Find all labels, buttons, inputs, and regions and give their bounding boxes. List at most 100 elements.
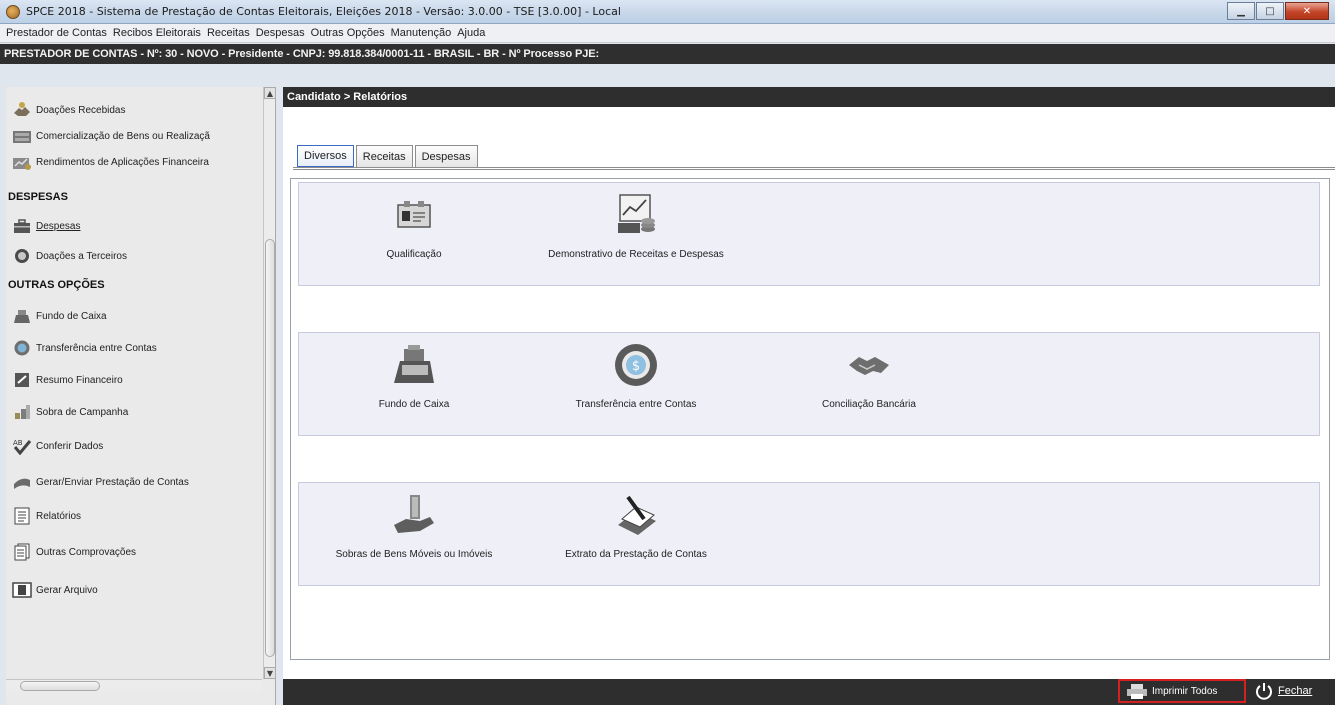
prestador-info-bar: PRESTADOR DE CONTAS - Nº: 30 - NOVO - Pr…	[0, 44, 1335, 64]
transfer-circle-icon	[14, 340, 30, 356]
sidebar-item-conferir-dados[interactable]: AB Conferir Dados	[6, 433, 262, 459]
sidebar-item-label: Outras Comprovações	[36, 546, 137, 558]
menu-receitas[interactable]: Receitas	[207, 27, 250, 39]
report-label: Qualificação	[386, 249, 442, 260]
tab-receitas[interactable]: Receitas	[355, 145, 413, 167]
sidebar-item-despesas[interactable]: Despesas	[6, 213, 262, 239]
sidebar-item-doacoes-recebidas[interactable]: Doações Recebidas	[6, 97, 262, 123]
printer-icon	[1127, 684, 1147, 699]
sidebar-item-comercializacao[interactable]: Comercialização de Bens ou Realizaçã	[6, 123, 262, 149]
menu-recibos-eleitorais[interactable]: Recibos Eleitorais	[113, 27, 201, 39]
report-label: Sobras de Bens Móveis ou Imóveis	[335, 549, 493, 560]
sidebar-vertical-scrollbar[interactable]: ▲ ▼	[263, 87, 276, 679]
hand-coins-icon	[394, 495, 434, 533]
handshake-icon	[849, 357, 889, 375]
report-transferencia[interactable]: $ Transferência entre Contas	[521, 333, 751, 433]
sidebar-item-label: Despesas	[36, 220, 81, 232]
coin-hand-icon	[15, 249, 29, 263]
menu-prestador-de-contas[interactable]: Prestador de Contas	[6, 27, 107, 39]
minimize-button[interactable]: ▁	[1227, 2, 1255, 20]
report-demonstrativo[interactable]: Demonstrativo de Receitas e Despesas	[521, 183, 751, 283]
sidebar-hscroll-thumb[interactable]	[20, 681, 100, 691]
close-button[interactable]: Fechar	[1255, 679, 1312, 703]
window-title-bar: SPCE 2018 - Sistema de Prestação de Cont…	[0, 0, 1335, 24]
menu-despesas[interactable]: Despesas	[256, 27, 305, 39]
hands-money-icon	[14, 102, 30, 116]
sidebar-item-rendimentos[interactable]: Rendimentos de Aplicações Financeira	[6, 149, 262, 175]
sidebar-item-label: Rendimentos de Aplicações Financeira	[36, 156, 209, 168]
sidebar-item-label: Doações Recebidas	[36, 104, 126, 116]
sidebar-section-outras-opcoes: OUTRAS OPÇÕES	[8, 279, 105, 291]
sidebar-item-label: Resumo Financeiro	[36, 374, 123, 386]
maximize-button[interactable]: □	[1256, 2, 1284, 20]
reports-panel: Qualificação Demonstrativo de Receitas e…	[290, 178, 1330, 660]
svg-text:AB: AB	[13, 439, 23, 447]
report-fundo-de-caixa[interactable]: Fundo de Caixa	[299, 333, 529, 433]
menu-outras-opcoes[interactable]: Outras Opções	[311, 27, 385, 39]
sidebar-horizontal-scrollbar[interactable]	[6, 679, 262, 691]
investment-chart-icon	[13, 158, 31, 170]
sidebar-item-label: Doações a Terceiros	[36, 250, 127, 262]
document-pen-icon	[618, 495, 656, 535]
sidebar-item-label: Fundo de Caixa	[36, 310, 107, 322]
report-group: Sobras de Bens Móveis ou Imóveis Extrato…	[298, 482, 1320, 586]
sidebar-item-label: Gerar Arquivo	[36, 584, 98, 596]
window-controls: ▁ □ ✕	[1226, 2, 1329, 20]
scroll-down-icon[interactable]: ▼	[264, 667, 276, 679]
sidebar-item-relatorios[interactable]: Relatórios	[6, 503, 262, 529]
sidebar-item-gerar-enviar[interactable]: Gerar/Enviar Prestação de Contas	[6, 469, 262, 495]
window-title: SPCE 2018 - Sistema de Prestação de Cont…	[26, 5, 621, 18]
bottom-toolbar: Imprimir Todos Fechar	[283, 679, 1335, 705]
sidebar-section-despesas: DESPESAS	[8, 191, 68, 203]
scroll-up-icon[interactable]: ▲	[264, 87, 276, 99]
sidebar-list: Doações Recebidas Comercialização de Ben…	[6, 87, 262, 679]
close-label: Fechar	[1278, 685, 1313, 697]
sidebar-item-resumo-financeiro[interactable]: Resumo Financeiro	[6, 367, 262, 393]
sidebar-item-fundo-de-caixa[interactable]: Fundo de Caixa	[6, 303, 262, 329]
report-arrow-icon	[15, 373, 29, 387]
report-qualificacao[interactable]: Qualificação	[299, 183, 529, 283]
sidebar-item-label: Comercialização de Bens ou Realizaçã	[36, 130, 210, 142]
cash-register-icon	[394, 345, 434, 383]
menu-ajuda[interactable]: Ajuda	[457, 27, 485, 39]
report-extrato[interactable]: Extrato da Prestação de Contas	[521, 483, 751, 583]
chart-money-icon	[618, 194, 655, 233]
tab-bar: Diversos Receitas Despesas	[297, 145, 480, 167]
tab-divider	[293, 167, 1335, 170]
close-window-button[interactable]: ✕	[1285, 2, 1329, 20]
sidebar-scroll-thumb[interactable]	[265, 239, 275, 657]
sidebar-item-outras-comprovacoes[interactable]: Outras Comprovações	[6, 539, 262, 565]
report-label: Demonstrativo de Receitas e Despesas	[548, 249, 724, 260]
report-label: Fundo de Caixa	[378, 399, 450, 410]
cash-register-icon	[14, 310, 30, 323]
sidebar: Doações Recebidas Comercialização de Ben…	[6, 87, 276, 705]
report-label: Transferência entre Contas	[575, 399, 697, 410]
building-icon	[13, 131, 31, 143]
report-label: Conciliação Bancária	[822, 399, 916, 410]
sidebar-item-sobra-campanha[interactable]: Sobra de Campanha	[6, 399, 262, 425]
menu-manutencao[interactable]: Manutenção	[391, 27, 452, 39]
tab-despesas[interactable]: Despesas	[414, 145, 478, 167]
print-all-button[interactable]: Imprimir Todos	[1118, 679, 1246, 703]
report-label: Extrato da Prestação de Contas	[565, 549, 707, 560]
briefcase-icon	[14, 219, 30, 233]
report-sobras-bens[interactable]: Sobras de Bens Móveis ou Imóveis	[299, 483, 529, 583]
tab-diversos[interactable]: Diversos	[297, 145, 354, 167]
report-conciliacao[interactable]: Conciliação Bancária	[754, 333, 984, 433]
sidebar-item-label: Sobra de Campanha	[36, 406, 129, 418]
sidebar-item-gerar-arquivo[interactable]: Gerar Arquivo	[6, 577, 262, 603]
svg-text:$: $	[632, 359, 640, 374]
documents-icon	[14, 543, 30, 561]
file-archive-icon	[12, 582, 32, 598]
sidebar-item-label: Transferência entre Contas	[36, 342, 157, 354]
sidebar-item-label: Conferir Dados	[36, 440, 104, 452]
print-all-label: Imprimir Todos	[1152, 685, 1218, 697]
sidebar-item-label: Relatórios	[36, 510, 82, 522]
sidebar-item-doacoes-terceiros[interactable]: Doações a Terceiros	[6, 243, 262, 269]
main-panel: Candidato > Relatórios Diversos Receitas…	[283, 87, 1335, 705]
sidebar-item-transferencia[interactable]: Transferência entre Contas	[6, 335, 262, 361]
report-group: Fundo de Caixa $ Transferência entre Con…	[298, 332, 1320, 436]
coins-stack-icon	[15, 405, 30, 419]
send-device-icon	[14, 478, 30, 489]
power-icon	[1256, 683, 1272, 700]
